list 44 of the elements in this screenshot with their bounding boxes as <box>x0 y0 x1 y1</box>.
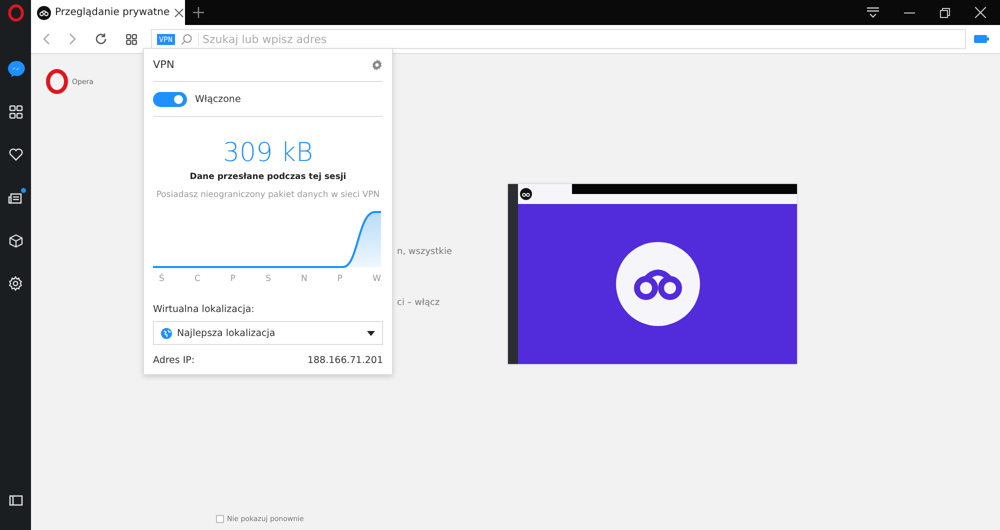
sidebar-toggle-icon[interactable] <box>8 495 22 506</box>
ip-address: 188.166.71.201 <box>307 355 383 366</box>
tab-title: Przeglądanie prywatne <box>55 7 170 18</box>
reload-icon[interactable] <box>95 33 107 45</box>
location-dropdown[interactable]: Najlepsza lokalizacja <box>153 321 383 345</box>
grid-icon[interactable] <box>8 104 22 118</box>
data-plan-note: Posiadasz nieograniczony pakiet danych w sieci VPN <box>156 190 380 200</box>
day-label: Ś <box>159 274 164 284</box>
ip-label: Adres IP: <box>153 355 195 366</box>
opera-logo-icon[interactable] <box>8 4 24 22</box>
globe-icon <box>161 328 172 338</box>
dropdown-caret-icon <box>367 330 375 336</box>
search-icon <box>180 34 192 44</box>
grid-icon[interactable] <box>126 34 137 44</box>
heart-icon[interactable] <box>8 148 22 161</box>
location-value: Najlepsza lokalizacja <box>177 328 276 338</box>
cube-icon[interactable] <box>8 234 22 248</box>
data-caption: Dane przesłane podczas tej sesji <box>190 172 346 182</box>
private-mode-icon <box>37 6 51 20</box>
day-label: P <box>337 274 343 284</box>
minimize-icon[interactable] <box>904 12 915 14</box>
day-label: W <box>372 274 381 284</box>
popup-title: VPN <box>153 59 174 71</box>
settings-icon[interactable] <box>8 276 23 291</box>
private-mode-icon <box>616 242 700 326</box>
tab-menu-icon[interactable] <box>867 7 879 18</box>
new-tab-icon[interactable] <box>193 7 204 18</box>
day-label: C <box>194 274 200 284</box>
day-label: P <box>230 274 236 284</box>
toggle-label: Włączone <box>195 94 241 104</box>
close-icon[interactable] <box>174 8 184 18</box>
vpn-toggle[interactable] <box>153 92 187 106</box>
opera-logo-icon <box>46 69 68 94</box>
description-text: n, wszystkie <box>397 247 453 259</box>
browser-tab[interactable]: Przeglądanie prywatne <box>31 0 185 25</box>
data-amount: 309 kB <box>223 137 313 169</box>
messenger-icon[interactable] <box>6 60 24 78</box>
notification-dot <box>21 188 26 193</box>
location-label: Wirtualna lokalizacja: <box>153 304 256 315</box>
restore-icon[interactable] <box>940 8 950 18</box>
day-label: S <box>266 274 271 284</box>
battery-icon[interactable] <box>974 35 989 43</box>
day-label: N <box>301 274 308 284</box>
description-text: ci – włącz <box>397 298 441 310</box>
